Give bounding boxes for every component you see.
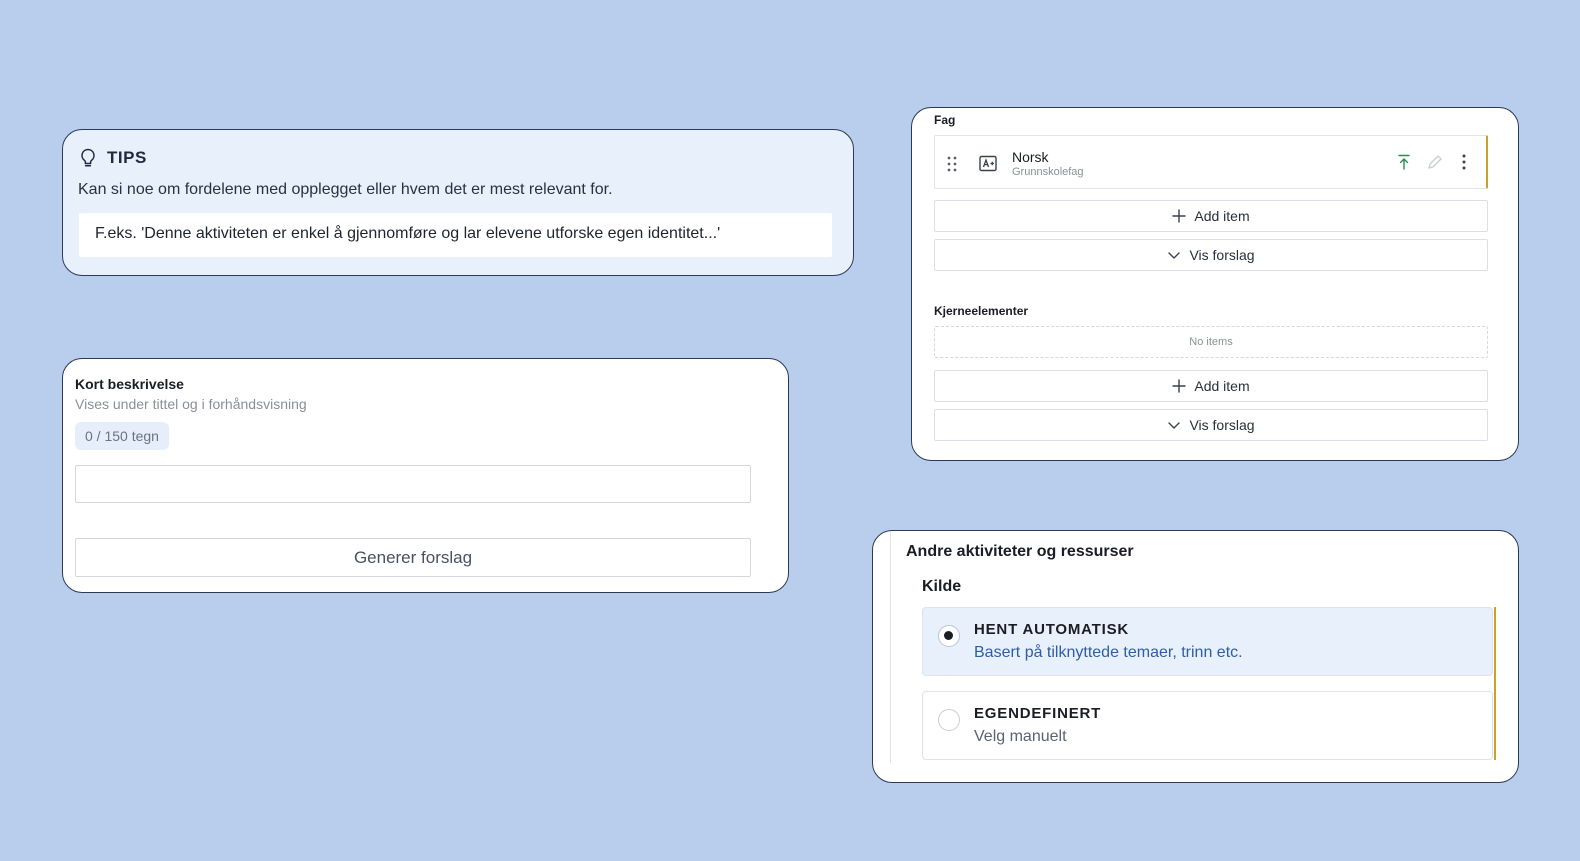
tips-title: TIPS <box>107 148 147 167</box>
plus-icon <box>1172 209 1187 223</box>
plus-icon <box>1172 379 1187 393</box>
tips-text: Kan si noe om fordelene med opplegget el… <box>78 181 613 198</box>
drag-handle-icon[interactable] <box>947 156 957 172</box>
move-to-top-icon[interactable] <box>1396 153 1412 171</box>
fag-show-suggestions-button[interactable]: Vis forslag <box>934 239 1488 271</box>
tips-example: F.eks. 'Denne aktiviteten er enkel å gje… <box>79 213 832 257</box>
edit-pencil-icon[interactable] <box>1426 153 1442 171</box>
kjerneelementer-show-suggestions-label: Vis forslag <box>1189 417 1255 433</box>
source-option-title: HENT AUTOMATISK <box>974 621 1130 638</box>
short-description-input[interactable] <box>75 465 751 503</box>
chevron-down-icon <box>1168 422 1181 429</box>
source-option-automatic[interactable]: HENT AUTOMATISK Basert på tilknyttede te… <box>922 607 1493 676</box>
character-counter: 0 / 150 tegn <box>75 422 169 450</box>
kjerneelementer-add-item-button[interactable]: Add item <box>934 370 1488 402</box>
subject-icon <box>979 155 997 172</box>
accent-bar <box>1494 607 1496 760</box>
short-description-label: Kort beskrivelse <box>75 376 184 392</box>
fag-add-item-button[interactable]: Add item <box>934 200 1488 232</box>
kjerneelementer-add-item-label: Add item <box>1194 378 1250 394</box>
fag-add-item-label: Add item <box>1194 208 1250 224</box>
other-activities-title: Andre aktiviteter og ressurser <box>906 543 1134 560</box>
source-option-description: Basert på tilknyttede temaer, trinn etc. <box>974 644 1243 661</box>
kjerneelementer-label: Kjerneelementer <box>934 304 1029 318</box>
fag-item-actions <box>1396 153 1472 171</box>
tips-card: TIPS Kan si noe om fordelene med opplegg… <box>62 129 854 276</box>
more-options-icon[interactable] <box>1456 153 1472 171</box>
source-option-description: Velg manuelt <box>974 728 1067 745</box>
fag-item-name: Norsk <box>1012 149 1049 165</box>
generate-suggestion-button[interactable]: Generer forslag <box>75 538 751 577</box>
divider <box>890 531 891 763</box>
other-activities-card: Andre aktiviteter og ressurser Kilde HEN… <box>872 530 1519 783</box>
kjerneelementer-empty: No items <box>934 326 1488 358</box>
source-option-title: EGENDEFINERT <box>974 705 1102 722</box>
short-description-card: Kort beskrivelse Vises under tittel og i… <box>62 358 789 593</box>
radio-button[interactable] <box>938 709 960 731</box>
chevron-down-icon <box>1168 252 1181 259</box>
subjects-card: Fag Norsk Grunnskolefag Add item Vis for… <box>911 107 1519 461</box>
lightbulb-icon <box>81 148 95 167</box>
source-option-custom[interactable]: EGENDEFINERT Velg manuelt <box>922 691 1493 760</box>
source-label: Kilde <box>922 578 962 595</box>
tips-header: TIPS <box>79 148 147 168</box>
short-description-help: Vises under tittel og i forhåndsvisning <box>75 396 307 412</box>
radio-button-selected[interactable] <box>938 625 960 647</box>
fag-show-suggestions-label: Vis forslag <box>1189 247 1255 263</box>
fag-label: Fag <box>934 113 956 127</box>
kjerneelementer-show-suggestions-button[interactable]: Vis forslag <box>934 409 1488 441</box>
fag-item-subtitle: Grunnskolefag <box>1012 166 1084 178</box>
fag-item-norsk[interactable]: Norsk Grunnskolefag <box>934 135 1488 189</box>
